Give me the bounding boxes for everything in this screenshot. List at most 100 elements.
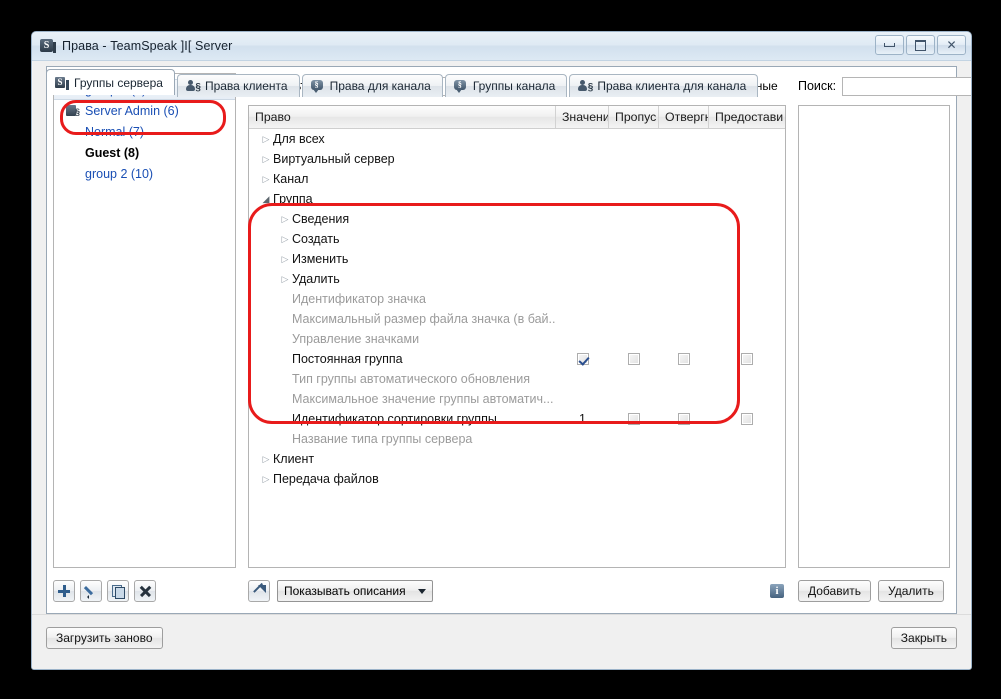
close-dialog-button[interactable]: Закрыть [890,627,957,649]
negate-checkbox[interactable] [678,413,690,425]
edit-group-button[interactable] [80,580,102,602]
value-cell[interactable] [556,353,609,365]
skip-checkbox[interactable] [628,413,640,425]
grant-checkbox-cell[interactable] [709,353,785,365]
table-row[interactable]: Управление значками [249,329,785,349]
chevron-right-icon[interactable]: ▷ [259,174,273,185]
tab-channel-permissions[interactable]: § Права для канала [301,74,443,97]
chevron-right-icon[interactable]: ▷ [278,274,292,285]
permissions-toolbar: Показывать описания i [248,568,786,607]
tab-server-groups[interactable]: S Группы сервера [46,69,175,95]
negate-checkbox[interactable] [678,353,690,365]
chevron-right-icon[interactable]: ▷ [278,234,292,245]
add-button[interactable]: Добавить [798,580,872,602]
chevron-right-icon[interactable]: ▷ [259,154,273,165]
permission-name-cell: Максимальное значение группы автоматич..… [249,392,556,406]
skip-checkbox[interactable] [628,353,640,365]
permissions-pane: Фильтр: Показывать только предоставленны… [248,73,786,607]
table-row[interactable]: Идентификатор значка [249,289,785,309]
table-row[interactable]: Идентификатор сортировки группы 1 [249,409,785,429]
table-row[interactable]: ▷ Клиент [249,449,785,469]
grant-checkbox[interactable] [741,413,753,425]
chevron-right-icon[interactable]: ▷ [259,454,273,465]
tree-item-server-admin[interactable]: § Server Admin (6) [54,100,235,121]
column-header-negate[interactable]: Отвергн [659,106,709,128]
x-icon [139,585,151,597]
permission-name-cell: ▷ Сведения [249,212,556,226]
table-row[interactable]: ▷ Создать [249,229,785,249]
permission-name-cell: ▷ Виртуальный сервер [249,152,556,166]
search-results-list[interactable] [798,105,950,568]
chevron-right-icon[interactable]: ▷ [278,214,292,225]
permission-label: Тип группы автоматического обновления [292,372,530,386]
minimize-icon [884,43,895,47]
table-row[interactable]: Постоянная группа [249,349,785,369]
permission-label: Клиент [273,452,315,466]
reload-button[interactable]: Загрузить заново [46,627,163,649]
delete-group-button[interactable] [134,580,156,602]
table-row[interactable]: ▷ Удалить [249,269,785,289]
chevron-down-icon[interactable]: ◢ [259,194,273,205]
server-groups-tree[interactable]: group 1 (9) § Server Admin (6) Normal (7… [53,73,236,568]
column-header-grant[interactable]: Предостави [709,106,785,128]
descriptions-dropdown[interactable]: Показывать описания [277,580,433,602]
tab-client-permissions[interactable]: § Права клиента [176,74,300,97]
expand-all-button[interactable] [248,580,270,602]
negate-checkbox-cell[interactable] [659,353,709,365]
permissions-window: S Права - TeamSpeak ]I[ Server ✕ S Групп… [31,31,972,670]
skip-checkbox-cell[interactable] [609,353,659,365]
table-row[interactable]: ▷ Для всех [249,129,785,149]
tab-label: Группы канала [472,79,556,93]
column-header-value[interactable]: Значени [556,106,609,128]
content-area: group 1 (9) § Server Admin (6) Normal (7… [46,66,971,614]
permission-name-cell: Идентификатор сортировки группы [249,412,556,426]
table-row[interactable]: ▷ Сведения [249,209,785,229]
permission-name-cell: Идентификатор значка [249,292,556,306]
grant-checkbox[interactable] [741,353,753,365]
table-row[interactable]: Максимальное значение группы автоматич..… [249,389,785,409]
pencil-icon [83,585,98,599]
minimize-button[interactable] [875,35,904,55]
grant-checkbox-cell[interactable] [709,413,785,425]
close-button[interactable]: ✕ [937,35,966,55]
groups-pane: group 1 (9) § Server Admin (6) Normal (7… [53,73,236,607]
add-group-button[interactable] [53,580,75,602]
chevron-right-icon[interactable]: ▷ [259,134,273,145]
channel-permission-icon: § [310,79,325,93]
info-icon[interactable]: i [770,584,784,598]
tree-item-guest[interactable]: Guest (8) [54,142,235,163]
table-row[interactable]: ▷ Изменить [249,249,785,269]
table-row[interactable]: Тип группы автоматического обновления [249,369,785,389]
tree-item-label: Server Admin (6) [85,103,179,118]
negate-checkbox-cell[interactable] [659,413,709,425]
skip-checkbox-cell[interactable] [609,413,659,425]
permission-label: Изменить [292,252,349,266]
value-checkbox[interactable] [576,353,589,365]
maximize-icon [915,39,926,51]
tab-channel-groups[interactable]: § Группы канала [444,74,568,97]
table-row[interactable]: ▷ Канал [249,169,785,189]
table-row[interactable]: Максимальный размер файла значка (в бай.… [249,309,785,329]
chevron-right-icon[interactable]: ▷ [278,254,292,265]
permission-label: Идентификатор значка [292,292,427,306]
chevron-right-icon[interactable]: ▷ [259,474,273,485]
maximize-button[interactable] [906,35,935,55]
duplicate-group-button[interactable] [107,580,129,602]
window-title: Права - TeamSpeak ]I[ Server [62,39,233,53]
value-cell[interactable]: 1 [556,412,609,426]
permission-name-cell: Максимальный размер файла значка (в бай.… [249,312,556,326]
table-row[interactable]: Название типа группы сервера [249,429,785,449]
column-header-skip[interactable]: Пропус [609,106,659,128]
table-row[interactable]: ▷ Виртуальный сервер [249,149,785,169]
table-row[interactable]: ◢ Группа [249,189,785,209]
tab-channel-client-permissions[interactable]: § Права клиента для канала [569,74,759,97]
tree-item-normal[interactable]: Normal (7) [54,121,235,142]
permission-name-cell: ▷ Для всех [249,132,556,146]
permission-label: Канал [273,172,309,186]
tree-item-group-2[interactable]: group 2 (10) [54,163,235,184]
permission-label: Управление значками [292,332,420,346]
remove-button[interactable]: Удалить [878,580,944,602]
server-group-icon: S [55,76,69,90]
table-row[interactable]: ▷ Передача файлов [249,469,785,489]
column-header-permission[interactable]: Право [249,106,556,128]
